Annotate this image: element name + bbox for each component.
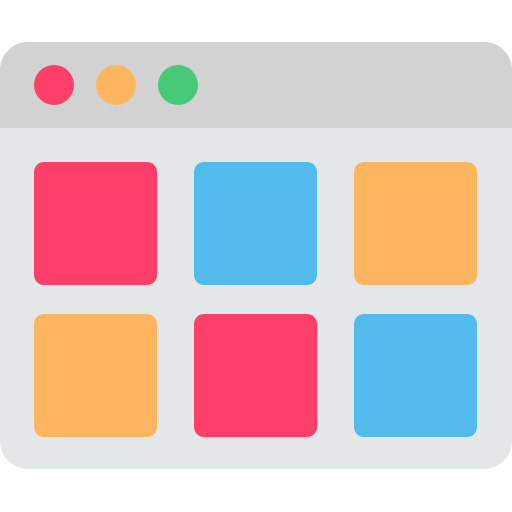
minimize-dot-icon[interactable] — [96, 65, 136, 105]
grid-tile-1[interactable] — [34, 162, 157, 285]
close-dot-icon[interactable] — [34, 65, 74, 105]
grid-tile-5[interactable] — [194, 314, 317, 437]
maximize-dot-icon[interactable] — [158, 65, 198, 105]
grid-tile-3[interactable] — [354, 162, 477, 285]
app-window — [0, 42, 512, 469]
grid-tile-6[interactable] — [354, 314, 477, 437]
grid-tile-4[interactable] — [34, 314, 157, 437]
window-titlebar — [0, 42, 512, 128]
grid-tile-2[interactable] — [194, 162, 317, 285]
